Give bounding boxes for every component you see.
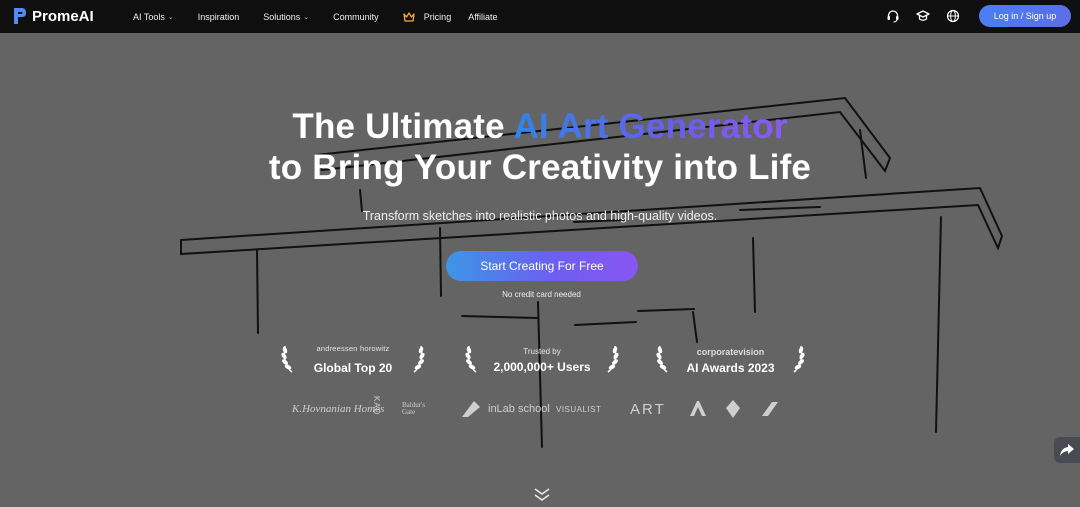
award-title: 2,000,000+ Users — [493, 360, 591, 374]
login-signup-button[interactable]: Log in / Sign up — [979, 5, 1071, 27]
menu-label: AI Tools — [133, 11, 165, 22]
andreessen-horowitz-logo: andreessen horowitz — [316, 344, 390, 353]
menu-item-solutions[interactable]: Solutions ⌄ — [263, 12, 309, 22]
start-creating-button[interactable]: Start Creating For Free — [446, 251, 638, 281]
headset-icon[interactable] — [886, 9, 900, 23]
chevron-down-icon: ⌄ — [167, 13, 174, 21]
hero-title-prefix: The Ultimate — [292, 107, 514, 146]
top-nav: PromeAI AI Tools ⌄ Inspiration Solutions ⌄… — [0, 0, 1080, 33]
laurel-right-icon — [607, 345, 619, 373]
brand-kad-logo: KAD — [372, 396, 381, 416]
award-title: AI Awards 2023 — [686, 361, 775, 375]
menu-label: Inspiration — [197, 11, 240, 22]
double-chevron-down-icon[interactable] — [532, 487, 552, 503]
award-global-top-20: andreessen horowitz Global Top 20 — [280, 342, 426, 378]
inlab-mark-icon — [462, 401, 480, 417]
hero-title-highlight: AI Art Generator — [513, 107, 788, 146]
brand-khovnanian-logo: K.Hovnanian Homes — [292, 403, 385, 415]
corporate-vision-logo: corporatevision — [696, 347, 765, 357]
laurel-right-icon — [413, 345, 425, 373]
brand-a-mark-icon — [690, 401, 706, 416]
no-credit-card-note: No credit card needed — [502, 290, 581, 299]
menu-label: Solutions — [263, 11, 301, 22]
menu-label: Community — [333, 11, 379, 22]
brand-slant-mark-icon — [762, 402, 778, 416]
inlab-text: inLab school — [488, 403, 550, 415]
main-menu: AI Tools ⌄ Inspiration Solutions ⌄ Communi… — [133, 0, 522, 33]
menu-item-ai-tools[interactable]: AI Tools ⌄ — [133, 12, 174, 22]
menu-item-inspiration[interactable]: Inspiration — [198, 12, 240, 22]
award-subtitle: Trusted by — [523, 347, 561, 356]
share-icon — [1060, 444, 1074, 456]
hero-subtitle: Transform sketches into realistic photos… — [362, 209, 718, 223]
hero-section: The Ultimate AI Art Generator to Bring Y… — [0, 33, 1080, 507]
chevron-down-icon: ⌄ — [303, 13, 310, 21]
share-button[interactable] — [1054, 437, 1080, 463]
award-ai-awards-2023: corporatevision AI Awards 2023 — [655, 342, 806, 378]
hero-title-line1: The Ultimate AI Art Generator — [0, 107, 1080, 147]
globe-icon[interactable] — [946, 9, 960, 23]
menu-item-affiliate[interactable]: Affiliate — [468, 12, 497, 22]
award-title: Global Top 20 — [313, 361, 393, 375]
logo-text: PromeAI — [32, 7, 94, 25]
graduation-cap-icon[interactable] — [916, 9, 930, 23]
award-trusted-users: Trusted by 2,000,000+ Users — [464, 342, 620, 378]
promeai-logo-icon — [14, 8, 26, 24]
menu-item-community[interactable]: Community — [333, 12, 379, 22]
login-label: Log in / Sign up — [993, 11, 1057, 21]
brand-inlab-logo: inLab school — [460, 396, 550, 422]
menu-label: Affiliate — [468, 11, 498, 22]
menu-label: Pricing — [423, 11, 452, 22]
brand-baldurs-gate-logo: Baldur's Gate — [402, 401, 426, 416]
cta-label: Start Creating For Free — [480, 259, 604, 273]
logo[interactable]: PromeAI — [12, 6, 94, 26]
menu-item-pricing[interactable]: Pricing — [403, 11, 452, 22]
brand-art-logo: ART — [630, 400, 666, 418]
brand-visualist-logo: VISUALIST — [556, 404, 602, 414]
laurel-right-icon — [793, 345, 805, 373]
brand-logo-strip: K.Hovnanian Homes KAD Baldur's Gate inLa… — [288, 396, 800, 422]
crown-icon — [403, 11, 415, 22]
brand-diamond-mark-icon — [726, 400, 740, 418]
hero-title-line2: to Bring Your Creativity into Life — [268, 148, 812, 187]
